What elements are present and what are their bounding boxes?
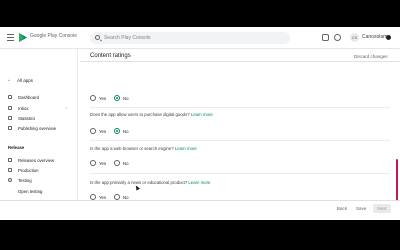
sidebar-item-label: Statistics (18, 116, 36, 121)
production-icon (8, 168, 12, 172)
sidebar: ← All apps Dashboard Inbox › Statistics … (0, 49, 78, 220)
chevron-right-icon: › (66, 105, 68, 110)
sidebar-item-production[interactable]: Production (0, 167, 78, 175)
save-button[interactable]: Save (356, 206, 366, 211)
search-input[interactable]: Search Play Console (90, 32, 290, 44)
help-icon[interactable] (334, 34, 341, 41)
top-app-bar: Google Play Console Search Play Console … (0, 27, 400, 49)
divider (90, 173, 390, 174)
sidebar-item-testing[interactable]: Testing (0, 177, 78, 185)
sidebar-item-dashboard[interactable]: Dashboard (0, 94, 78, 102)
search-placeholder: Search Play Console (104, 35, 151, 41)
releases-icon (8, 158, 12, 162)
sidebar-item-label: Dashboard (18, 95, 40, 100)
account-name[interactable]: Canosolam (362, 34, 387, 40)
statistics-icon (8, 116, 12, 120)
back-button[interactable]: Back (337, 206, 347, 211)
bottom-action-bar: Back Save Next (0, 200, 400, 220)
arrow-left-icon: ← (7, 77, 12, 83)
learn-more-link[interactable]: Learn more (191, 112, 213, 117)
radio-yes-label: Yes (99, 161, 107, 166)
radio-no-label: No (123, 129, 129, 134)
learn-more-link[interactable]: Learn more (175, 146, 197, 151)
sidebar-item-publishing-overview[interactable]: Publishing overview (0, 125, 78, 133)
inbox-icon (8, 106, 12, 110)
sidebar-item-label: Open testing (18, 189, 43, 194)
question-digital-goods: Does the app allow users to purchase dig… (90, 112, 213, 117)
radio-yes[interactable] (90, 160, 96, 166)
link-icon[interactable] (322, 34, 329, 41)
radio-yes[interactable] (90, 128, 96, 134)
divider (80, 61, 400, 62)
radio-no[interactable] (114, 128, 120, 134)
sidebar-item-label: Publishing overview (18, 126, 56, 131)
account-avatar[interactable]: CS (350, 33, 359, 42)
brand-title: Google Play Console (30, 33, 77, 39)
menu-icon[interactable] (7, 34, 14, 41)
discard-changes-button[interactable]: Discard changes (354, 54, 388, 59)
sidebar-section-release: Release (8, 145, 25, 150)
radio-yes-label: Yes (99, 96, 107, 101)
learn-more-link[interactable]: Learn more (188, 180, 210, 185)
radio-group-previous: Yes No (90, 95, 210, 103)
question-text: Is the app primarily a news or education… (90, 180, 188, 185)
account-profile-icon[interactable] (386, 35, 391, 40)
question-news-educational: Is the app primarily a news or education… (90, 180, 210, 185)
page-title: Content ratings (90, 53, 131, 59)
radio-no-label: No (123, 96, 129, 101)
all-apps-label: All apps (17, 78, 34, 83)
sidebar-item-label: Testing (18, 178, 32, 183)
sidebar-item-inbox[interactable]: Inbox › (0, 105, 78, 113)
divider (90, 140, 390, 141)
radio-no[interactable] (114, 160, 120, 166)
main-content: Content ratings Discard changes Yes No D… (80, 49, 400, 220)
sidebar-item-label: Releases overview (18, 158, 55, 163)
radio-group-digital-goods: Yes No (90, 128, 210, 136)
sidebar-item-open-testing[interactable]: Open testing (0, 188, 78, 196)
sidebar-item-statistics[interactable]: Statistics (0, 115, 78, 123)
dashboard-icon (8, 95, 12, 99)
divider (90, 107, 390, 108)
sidebar-item-label: Inbox (18, 106, 29, 111)
play-console-window: Google Play Console Search Play Console … (0, 27, 400, 220)
radio-yes[interactable] (90, 95, 96, 101)
radio-no-label: No (123, 161, 129, 166)
testing-icon (8, 178, 12, 182)
play-console-logo-icon (19, 33, 27, 42)
radio-yes-label: Yes (99, 129, 107, 134)
radio-group-web-browser: Yes No (90, 160, 210, 168)
question-text: Is the app a web browser or search engin… (90, 146, 174, 151)
question-web-browser: Is the app a web browser or search engin… (90, 146, 197, 151)
publishing-icon (8, 126, 12, 130)
sidebar-item-label: Production (18, 168, 39, 173)
scrollbar[interactable] (396, 49, 399, 220)
radio-no[interactable] (114, 95, 120, 101)
sidebar-item-releases-overview[interactable]: Releases overview (0, 157, 78, 165)
search-icon (95, 35, 100, 40)
next-button[interactable]: Next (373, 204, 391, 213)
question-text: Does the app allow users to purchase dig… (90, 112, 190, 117)
